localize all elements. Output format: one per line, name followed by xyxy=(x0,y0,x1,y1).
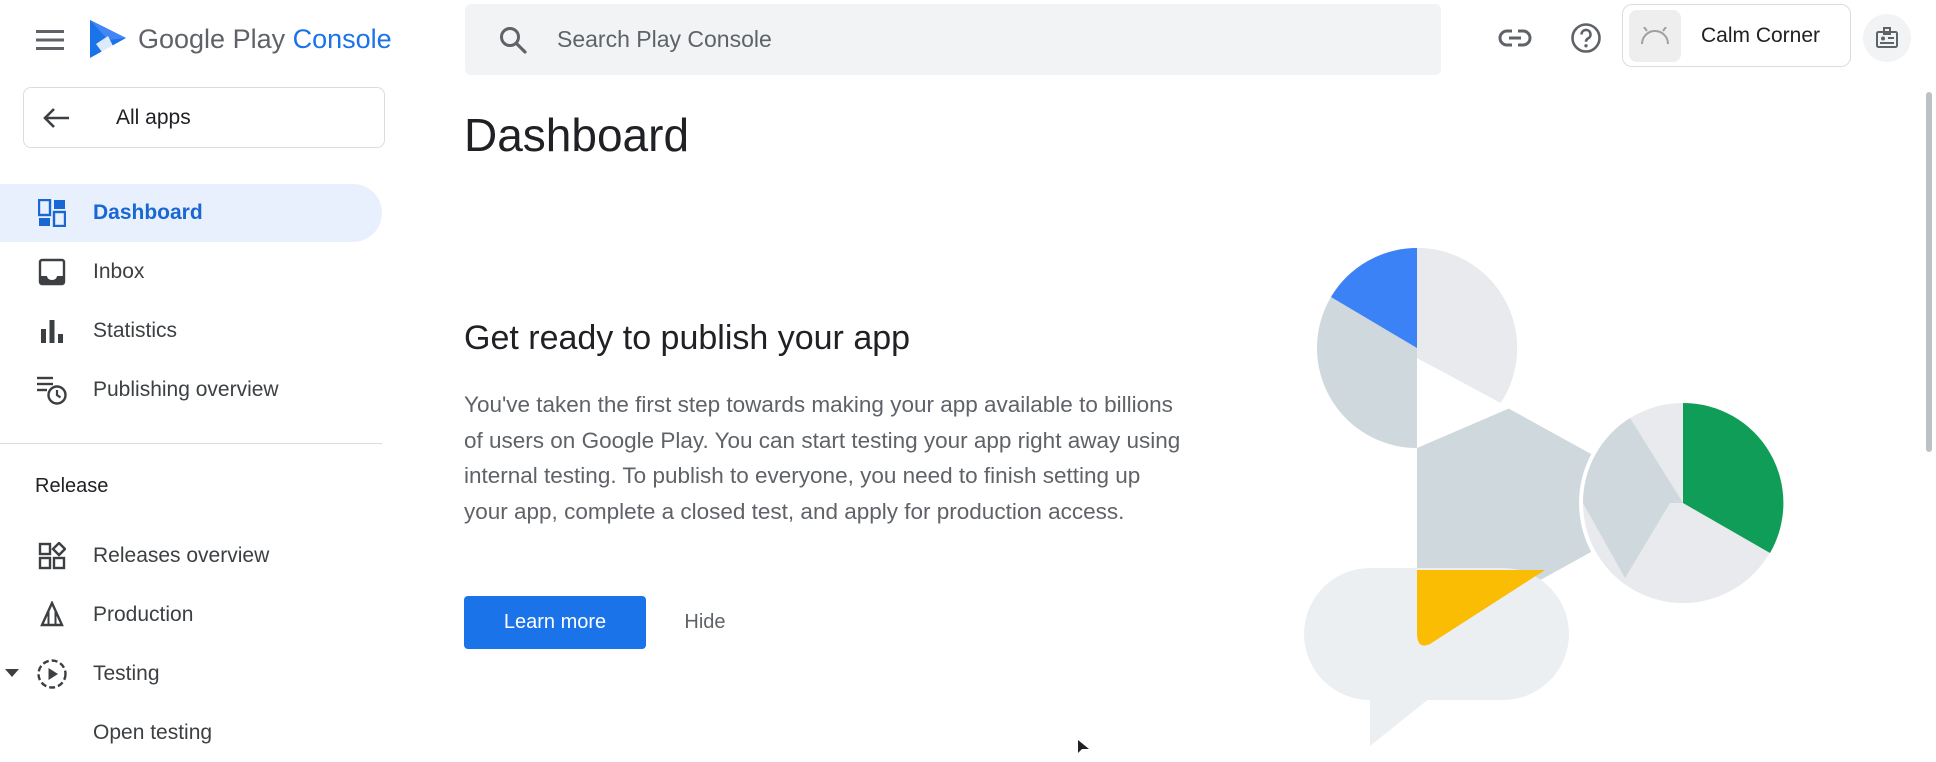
app-name: Calm Corner xyxy=(1701,23,1821,47)
sidebar-item-label: Releases overview xyxy=(93,544,270,567)
mouse-cursor-icon xyxy=(1078,740,1089,753)
testing-icon xyxy=(36,658,68,690)
sidebar-item-releases-overview[interactable]: Releases overview xyxy=(0,527,382,585)
sidebar-divider xyxy=(0,443,382,444)
badge-icon xyxy=(1876,27,1898,48)
search-input[interactable] xyxy=(555,25,1359,54)
app-thumbnail xyxy=(1629,9,1681,62)
main-menu-button[interactable] xyxy=(30,22,70,58)
arrow-back-icon xyxy=(42,107,76,129)
sidebar-item-testing[interactable]: Testing xyxy=(0,645,382,703)
sidebar-item-label: Publishing overview xyxy=(93,378,279,401)
developer-profile-button[interactable] xyxy=(1863,14,1911,62)
help-button[interactable] xyxy=(1562,14,1610,62)
publish-card-body: You've taken the first step towards maki… xyxy=(464,392,1181,524)
hide-button[interactable]: Hide xyxy=(668,596,742,649)
all-apps-button[interactable]: All apps xyxy=(23,87,385,148)
bar-chart-icon xyxy=(36,315,68,347)
sidebar-item-publishing-overview[interactable]: Publishing overview xyxy=(0,361,382,419)
sidebar-item-inbox[interactable]: Inbox xyxy=(0,243,382,301)
all-apps-label: All apps xyxy=(116,105,191,129)
release-section-heading: Release xyxy=(35,475,109,497)
help-circle-icon xyxy=(1571,23,1601,53)
production-icon xyxy=(36,599,68,631)
publish-illustration xyxy=(1304,248,1787,746)
sidebar-item-production[interactable]: Production xyxy=(0,586,382,644)
learn-more-button[interactable]: Learn more xyxy=(464,596,646,649)
play-console-wordmark: Google Play Console xyxy=(138,23,392,54)
page-title: Dashboard xyxy=(464,109,690,161)
link-icon xyxy=(1498,29,1532,47)
publish-card-title: Get ready to publish your app xyxy=(464,319,911,357)
sidebar-item-label: Dashboard xyxy=(93,201,203,224)
search-icon xyxy=(495,22,531,58)
sidebar-item-label: Open testing xyxy=(93,721,213,744)
dashboard-icon xyxy=(36,197,68,229)
hamburger-menu-icon xyxy=(36,30,64,50)
android-icon xyxy=(1641,26,1669,44)
inbox-icon xyxy=(36,256,68,288)
sidebar-item-dashboard[interactable]: Dashboard xyxy=(0,184,382,242)
play-console-logo[interactable]: Google Play Console xyxy=(88,18,392,60)
search-bar[interactable] xyxy=(465,4,1441,75)
play-console-logo-icon xyxy=(90,20,126,58)
sidebar-item-statistics[interactable]: Statistics xyxy=(0,302,382,360)
sidebar-item-label: Statistics xyxy=(93,319,178,342)
page-scrollbar[interactable] xyxy=(1926,92,1932,452)
sidebar-item-label: Inbox xyxy=(93,260,145,283)
app-selector[interactable]: Calm Corner xyxy=(1622,4,1851,67)
copy-link-button[interactable] xyxy=(1491,14,1539,62)
sidebar-item-open-testing[interactable]: Open testing xyxy=(0,704,382,762)
sidebar-item-label: Production xyxy=(93,603,194,626)
sidebar-item-label: Testing xyxy=(93,662,160,685)
widgets-icon xyxy=(36,540,68,572)
schedule-list-icon xyxy=(36,374,68,406)
